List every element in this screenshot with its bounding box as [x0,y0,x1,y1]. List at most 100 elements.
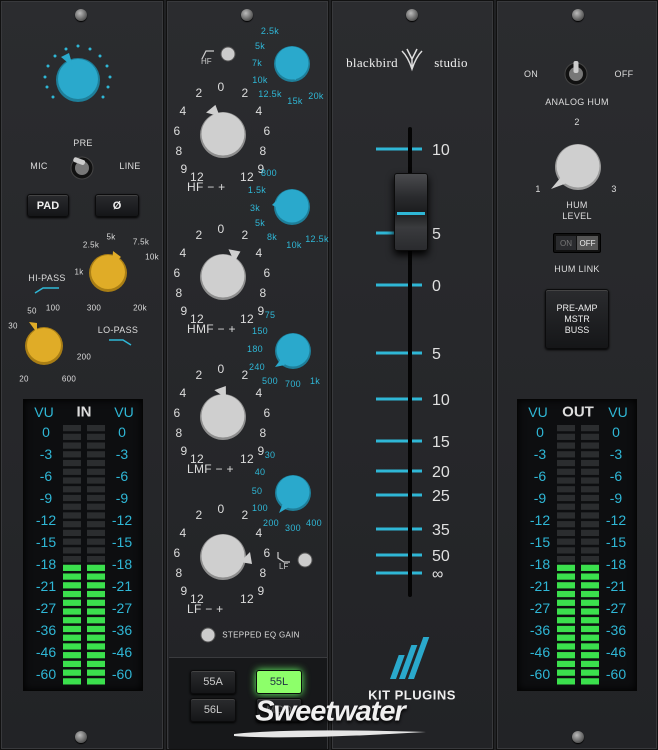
hum-link-label: HUM LINK [554,264,600,274]
hum-link-switch[interactable]: ON OFF [553,233,601,253]
lf-gain-knob[interactable] [191,523,255,587]
lmf-gain-scale-label: 4 [255,386,263,400]
meter-scale-label: -36 [111,622,133,638]
out-meter-title: OUT [562,403,594,421]
fader-scale-label: 10 [432,142,450,159]
hum-level-knob[interactable] [545,139,611,195]
meter-segment [557,556,575,563]
vu-left-label: VU [34,404,54,420]
meter-segment [581,468,599,475]
hmf-gain-label: HMF − + [187,322,236,336]
lmf-freq-scale-label: 150 [252,326,268,336]
model-56l-button[interactable]: 56L [190,698,236,722]
hf-freq-scale-label: 15k [287,96,303,106]
fader-panel: blackbird studio 10 5 0 5 10 15 20 25 35 50 ∞ KIT … [331,0,494,750]
meter-segment [581,451,599,458]
lf-gain-label: LF − + [187,602,224,616]
lo-pass-curve-icon [109,339,132,346]
meter-scale-label: -36 [35,622,57,638]
lf-shelf-toggle[interactable] [296,551,314,569]
hf-freq-scale-label: 5k [254,41,266,51]
hmf-freq-knob[interactable] [272,183,312,231]
model-55a-button[interactable]: 55A [190,670,236,694]
meter-segment [87,634,105,641]
hmf-freq-scale-label: 8k [266,232,278,242]
mic-line-toggle[interactable] [65,151,99,185]
screw-icon [241,9,253,21]
meter-segment [87,608,105,615]
meter-segment [87,521,105,528]
lo-pass-knob[interactable] [19,319,69,369]
hf-shelf-toggle[interactable] [219,45,237,63]
fader-scale-label: 10 [432,392,450,409]
hf-freq-scale-label: 2.5k [260,26,280,36]
meter-segment [87,451,105,458]
meter-scale-label: -15 [605,534,627,550]
meter-segment [63,468,81,475]
meter-scale-label: -3 [115,446,129,462]
preamp-master-buss-button[interactable]: PRE-AMP MSTR BUSS [545,289,609,349]
preamp-gain-knob[interactable] [39,39,117,117]
meter-segment [63,573,81,580]
model-55l-button[interactable]: 55L [256,670,302,694]
meter-segment [557,547,575,554]
meter-scale-label: -27 [111,600,133,616]
meter-scale-label: -36 [605,622,627,638]
meter-scale-label: -46 [35,644,57,660]
meter-segment [63,652,81,659]
lmf-freq-knob[interactable] [271,327,315,373]
stepped-eq-toggle[interactable] [199,626,217,644]
hf-freq-scale-label: 12.5k [258,89,282,99]
meter-segment [87,529,105,537]
lf-gain-scale-label: 6 [263,546,271,560]
meter-segment [63,442,81,449]
meter-scale-label: -46 [605,644,627,660]
phase-button[interactable]: Ø [95,194,139,217]
lmf-freq-scale-label: 500 [262,376,278,386]
hmf-gain-scale-label: 6 [173,266,181,280]
meter-scale-label: -18 [529,556,551,572]
meter-segment [581,625,599,633]
hf-gain-scale-label: 0 [217,80,225,94]
fader-handle[interactable] [394,173,428,251]
meter-segment [581,521,599,528]
meter-segment [581,573,599,580]
hf-freq-scale-label: 7k [251,58,263,68]
stepped-eq-label: STEPPED EQ GAIN [222,630,300,640]
lf-freq-knob[interactable] [271,469,315,517]
hi-pass-knob[interactable] [83,247,133,297]
meter-scale-label: -6 [115,468,129,484]
meter-scale-label: -15 [529,534,551,550]
meter-segment [87,433,105,440]
meter-scale-label: -60 [35,666,57,682]
meter-segment [581,486,599,493]
hf-gain-scale-label: 9 [180,162,188,176]
analog-hum-toggle[interactable] [559,57,593,91]
hf-freq-knob[interactable] [272,38,312,88]
pad-button[interactable]: PAD [27,194,69,217]
meter-segment [63,425,81,432]
lopass-scale-label: 600 [61,374,77,384]
meter-segment [581,477,599,484]
meter-scale-label: -21 [529,578,551,594]
meter-segment [87,468,105,475]
hf-gain-knob[interactable] [191,101,255,165]
hmf-gain-scale-label: 12 [240,312,254,326]
meter-segment [87,590,105,598]
hipass-scale-label: 10k [145,252,159,262]
lmf-gain-knob[interactable] [191,383,255,447]
hf-gain-scale-label: 2 [195,86,203,100]
hmf-gain-knob[interactable] [191,243,255,307]
lmf-gain-scale-label: 2 [241,368,249,382]
meter-segment [63,459,81,467]
meter-scale-label: -46 [111,644,133,660]
lf-freq-scale-label: 30 [264,450,276,460]
fader-scale-label: 5 [432,226,441,243]
meter-segment [63,669,81,676]
meter-segment [87,599,105,606]
meter-segment [581,599,599,606]
meter-segment [557,625,575,633]
lmf-gain-scale-label: 12 [240,452,254,466]
meter-segment [87,556,105,563]
meter-segment [87,477,105,484]
